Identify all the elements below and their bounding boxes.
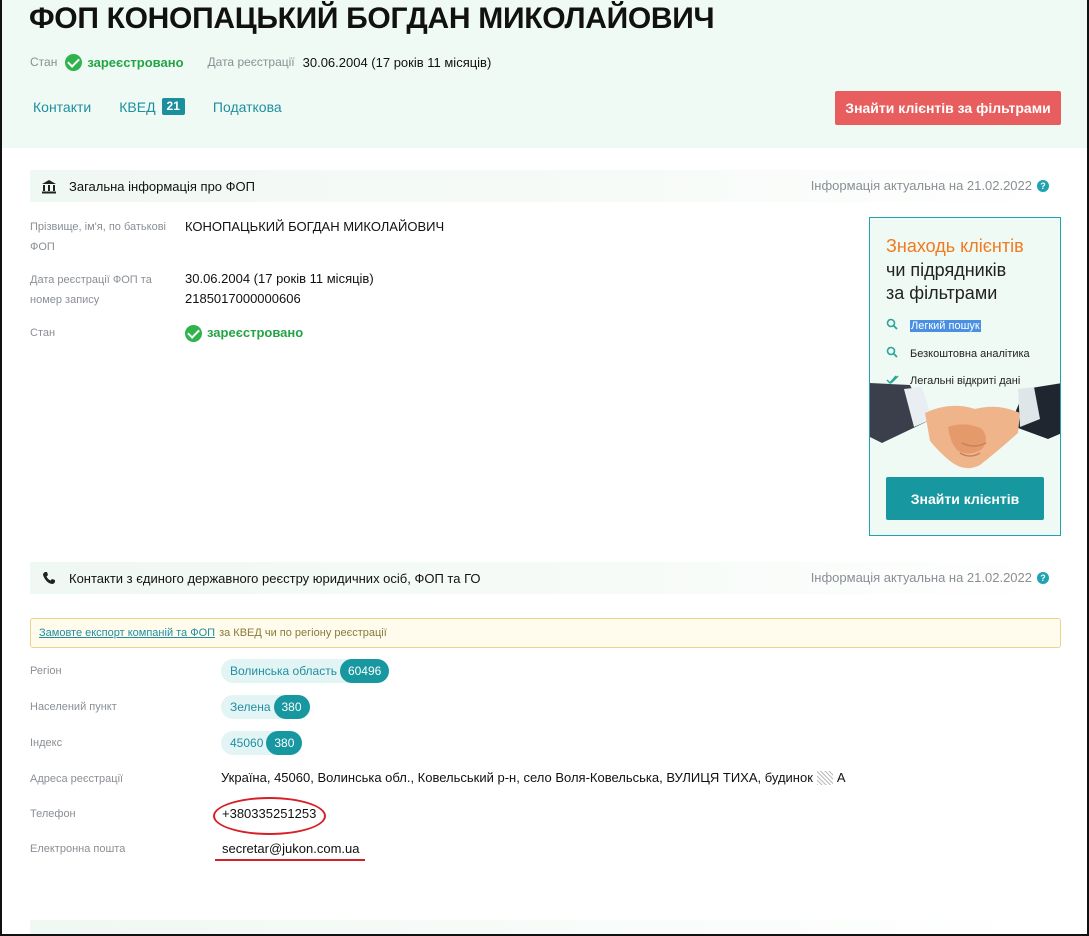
- help-icon[interactable]: ?: [1037, 180, 1049, 192]
- reg-date-label: Дата реєстрації: [207, 55, 295, 69]
- page-frame: ФОП КОНОПАЦЬКИЙ БОГДАН МИКОЛАЙОВИЧ Стан …: [0, 0, 1089, 936]
- tab-contacts[interactable]: Контакти: [33, 99, 91, 115]
- locality-pill[interactable]: Зелена 380: [221, 695, 310, 719]
- find-clients-by-filters-button[interactable]: Знайти клієнтів за фільтрами: [835, 91, 1061, 125]
- phone-icon: [41, 570, 57, 586]
- field-label-region: Регіон: [30, 665, 62, 677]
- field-value-address: Україна, 45060, Волинська обл., Ковельсь…: [221, 770, 846, 785]
- contacts-actual-date: Інформація актуальна на 21.02.2022: [810, 570, 1032, 585]
- field-label-index: Індекс: [30, 737, 63, 749]
- field-value-full-name: КОНОПАЦЬКИЙ БОГДАН МИКОЛАЙОВИЧ: [185, 219, 445, 234]
- contacts-header: Контакти з єдиного державного реєстру юр…: [30, 562, 1058, 594]
- general-info-title: Загальна інформація про ФОП: [69, 178, 255, 194]
- field-label-phone: Телефон: [30, 808, 76, 820]
- export-link[interactable]: Замовте експорт компаній та ФОП: [39, 627, 215, 639]
- reg-date-value: 30.06.2004 (17 років 11 місяців): [302, 54, 492, 70]
- next-section-header: [30, 920, 1058, 934]
- status-row: Стан зареєстровано Дата реєстрації 30.06…: [30, 52, 491, 72]
- promo-title: чи підрядників за фільтрами: [886, 260, 1007, 303]
- export-notice-text: за КВЕД чи по регіону реєстрації: [219, 627, 387, 639]
- tab-tax[interactable]: Податкова: [213, 99, 282, 115]
- kved-count-badge: 21: [161, 98, 185, 115]
- status-value: зареєстровано: [87, 54, 184, 70]
- field-value-status: зареєстровано: [185, 323, 303, 343]
- promo-item: Безкоштовна аналітика: [886, 346, 1030, 361]
- company-header: ФОП КОНОПАЦЬКИЙ БОГДАН МИКОЛАЙОВИЧ Стан …: [2, 0, 1087, 148]
- index-pill[interactable]: 45060 380: [221, 731, 303, 755]
- status-label: Стан: [30, 55, 58, 69]
- field-label-address: Адреса реєстрації: [30, 773, 124, 785]
- field-value-email[interactable]: secretar@jukon.com.ua: [222, 839, 359, 859]
- find-clients-button[interactable]: Знайти клієнтів: [886, 477, 1044, 520]
- tab-kved[interactable]: КВЕД 21: [119, 98, 185, 115]
- handshake-illustration: [870, 383, 1060, 469]
- search-icon: [886, 346, 900, 361]
- field-label-full-name: Прізвище, ім'я, по батькові ФОП: [30, 221, 166, 253]
- phone-annotation-circle: [213, 797, 326, 835]
- promo-title-accent: Знаходь клієнтів: [886, 236, 1024, 256]
- field-label-locality: Населений пункт: [30, 701, 117, 713]
- contacts-title: Контакти з єдиного державного реєстру юр…: [69, 570, 481, 586]
- general-info-actual-date: Інформація актуальна на 21.02.2022: [810, 178, 1032, 193]
- index-count-badge: 380: [266, 731, 303, 755]
- tab-bar: Контакти КВЕД 21 Податкова: [33, 98, 310, 115]
- field-label-reg-date: Дата реєстрації ФОП та номер запису: [30, 274, 152, 306]
- help-icon[interactable]: ?: [1037, 572, 1049, 584]
- check-circle-icon: [185, 324, 202, 342]
- export-notice: Замовте експорт компаній та ФОП за КВЕД …: [30, 618, 1061, 648]
- region-count-badge: 60496: [339, 659, 390, 683]
- bank-icon: [41, 178, 57, 194]
- search-icon: [886, 318, 900, 333]
- promo-item: Легкий пошук: [886, 318, 981, 333]
- field-value-record-number: 2185017000000606: [185, 291, 301, 306]
- locality-count-badge: 380: [273, 695, 310, 719]
- field-label-status: Стан: [30, 327, 56, 339]
- field-label-email: Електронна пошта: [30, 843, 126, 855]
- email-annotation-underline: [215, 859, 365, 861]
- region-pill[interactable]: Волинська область 60496: [221, 659, 390, 683]
- field-value-reg-date: 30.06.2004 (17 років 11 місяців): [185, 271, 374, 286]
- promo-card: Знаходь клієнтів чи підрядників за фільт…: [869, 217, 1061, 536]
- general-info-header: Загальна інформація про ФОП Інформація а…: [30, 170, 1058, 202]
- page-title: ФОП КОНОПАЦЬКИЙ БОГДАН МИКОЛАЙОВИЧ: [29, 2, 715, 35]
- masked-digit-icon: [816, 771, 833, 785]
- check-circle-icon: [65, 53, 83, 71]
